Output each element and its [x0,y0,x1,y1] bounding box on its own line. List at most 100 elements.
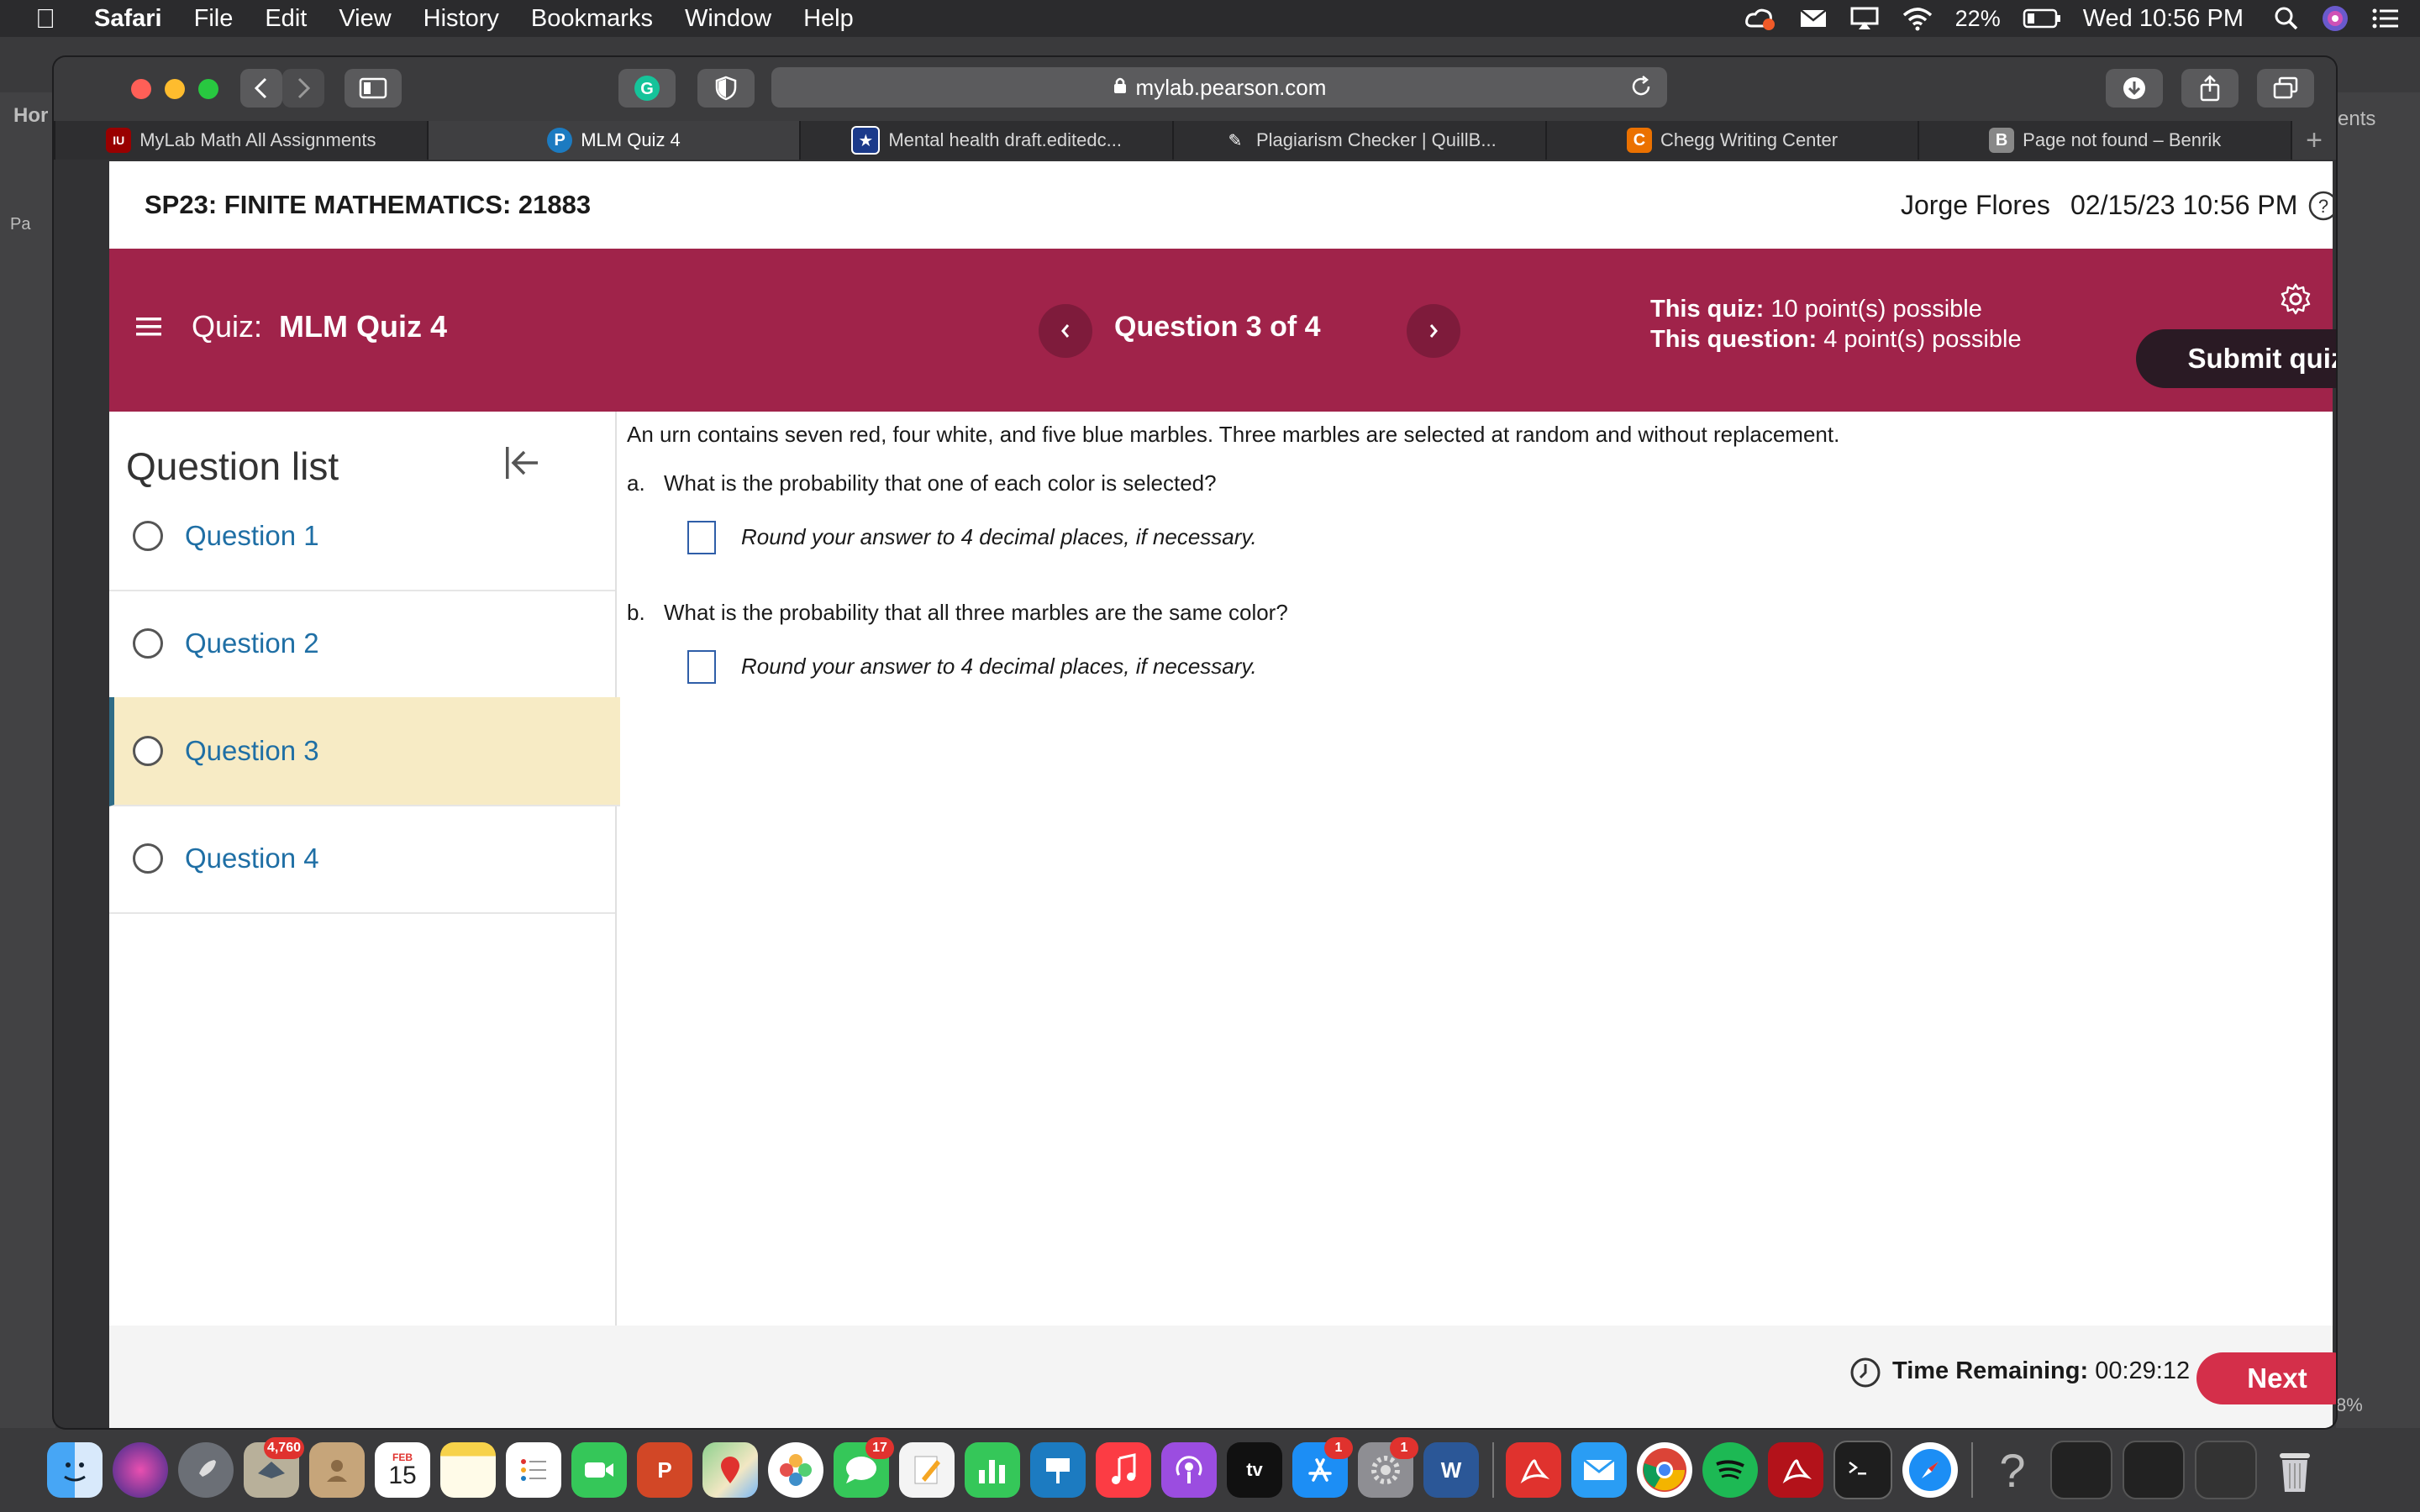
dock-mail[interactable] [1571,1442,1627,1498]
menu-edit[interactable]: Edit [265,5,307,33]
back-button[interactable] [240,69,282,108]
dock-photos[interactable] [768,1442,823,1498]
question-list-item-3[interactable]: Question 3 [109,697,620,806]
sidebar-toggle-button[interactable] [345,69,402,108]
dock-apple-tv[interactable]: tv [1227,1442,1282,1498]
siri-icon[interactable] [2321,4,2349,33]
dock-music[interactable] [1096,1442,1151,1498]
music-note-icon [1112,1453,1136,1484]
answer-input-b[interactable] [687,650,716,684]
dock-launchpad[interactable] [178,1442,234,1498]
share-button[interactable] [2181,69,2238,108]
calendar-day: 15 [388,1462,417,1489]
dock-word[interactable]: W [1423,1442,1479,1498]
submit-quiz-button[interactable]: Submit quiz [2136,329,2336,388]
privacy-report-button[interactable] [697,69,755,108]
acrobat-icon [1782,1459,1812,1484]
collapse-panel-icon[interactable] [501,442,543,488]
creative-cloud-icon[interactable] [1744,6,1777,31]
next-question-button[interactable] [1407,304,1460,358]
dock-mail-stamp[interactable]: 4,760 [244,1437,304,1498]
spotlight-search-icon[interactable] [2274,6,2299,31]
dock-spotify[interactable] [1702,1442,1758,1498]
dock-maps[interactable] [702,1442,758,1498]
menu-bookmarks[interactable]: Bookmarks [531,5,653,33]
tab-plagiarism-checker[interactable]: ✎ Plagiarism Checker | QuillB... [1172,121,1545,160]
previous-question-button[interactable] [1039,304,1092,358]
minimize-window-button[interactable] [165,79,185,99]
dock-app-store[interactable]: 1 [1292,1437,1353,1498]
dock-finder[interactable] [47,1442,103,1498]
dock-acrobat[interactable] [1506,1442,1561,1498]
close-window-button[interactable] [131,79,151,99]
dock-acrobat-reader[interactable] [1768,1442,1823,1498]
dock-terminal[interactable] [1833,1441,1892,1499]
dock-messages[interactable]: 17 [834,1437,894,1498]
video-camera-icon [585,1462,613,1478]
reload-icon[interactable] [1628,74,1654,105]
dock-keynote[interactable] [1030,1442,1086,1498]
tab-mental-health-draft[interactable]: ★ Mental health draft.editedc... [799,121,1173,160]
help-icon[interactable]: ? [2307,190,2336,226]
dock-trash[interactable] [2267,1442,2323,1498]
dock-powerpoint[interactable]: P [637,1442,692,1498]
dock-help[interactable]: ? [1985,1442,2040,1498]
question-list-item-2[interactable]: Question 2 [109,590,615,699]
grammarly-extension-button[interactable]: G [618,69,676,108]
dock-chrome[interactable] [1637,1442,1692,1498]
next-button[interactable]: Next [2196,1352,2336,1404]
menu-file[interactable]: File [194,5,234,33]
dock-calendar[interactable]: FEB 15 [375,1442,430,1498]
menu-help[interactable]: Help [803,5,854,33]
dock-podcasts[interactable] [1161,1442,1217,1498]
part-a-hint: Round your answer to 4 decimal places, i… [741,524,1257,549]
answer-input-a[interactable] [687,521,716,554]
background-label-pa: Pa [10,215,31,234]
mail-status-icon[interactable] [1799,8,1828,29]
dock-textedit[interactable] [899,1442,955,1498]
tab-chegg-writing[interactable]: C Chegg Writing Center [1544,121,1918,160]
tab-page-not-found[interactable]: B Page not found – Benrik [1918,121,2291,160]
battery-percent: 22% [1954,5,2001,31]
new-tab-button[interactable]: + [2291,121,2336,160]
dock-minimized-window-3[interactable] [2195,1441,2257,1499]
dock-reminders[interactable] [506,1442,561,1498]
dock-contacts[interactable] [309,1442,365,1498]
menu-safari[interactable]: Safari [94,5,162,33]
question-list-item-4[interactable]: Question 4 [109,805,615,914]
wifi-icon[interactable] [1902,6,1933,31]
dock-system-preferences[interactable]: 1 [1358,1437,1418,1498]
tab-label: Page not found – Benrik [2023,129,2222,150]
dock-minimized-window-1[interactable] [2050,1441,2112,1499]
forward-button[interactable] [282,69,324,108]
apple-menu-icon[interactable]:  [35,3,64,34]
menu-window[interactable]: Window [685,5,771,33]
dock-facetime[interactable] [571,1442,627,1498]
zoom-window-button[interactable] [198,79,218,99]
dock-minimized-window-2[interactable] [2123,1441,2185,1499]
background-label-home: Hor [13,104,49,127]
svg-text:?: ? [2318,196,2328,217]
dock-safari[interactable] [1902,1442,1958,1498]
dock-siri[interactable] [113,1442,168,1498]
dock-notes[interactable] [440,1442,496,1498]
quiz-bar: Quiz: MLM Quiz 4 Question 3 of 4 This qu… [109,249,2336,412]
notification-center-icon[interactable] [2371,7,2400,30]
hamburger-menu-icon[interactable] [134,314,163,344]
question-list-item-1[interactable]: Question 1 [109,482,615,591]
tab-mylab-assignments[interactable]: IU MyLab Math All Assignments [54,121,427,160]
tabs-icon [2273,76,2298,99]
tab-overview-button[interactable] [2257,69,2314,108]
settings-gear-icon[interactable] [2279,282,2312,320]
dock-numbers[interactable] [965,1442,1020,1498]
podcast-icon [1176,1456,1202,1483]
address-bar[interactable]: mylab.pearson.com [771,67,1667,108]
menu-history[interactable]: History [424,5,499,33]
battery-icon[interactable] [2023,8,2061,29]
menubar-clock[interactable]: Wed 10:56 PM [2083,5,2244,33]
menu-view[interactable]: View [339,5,391,33]
tab-mlm-quiz-4[interactable]: P MLM Quiz 4 [426,121,800,160]
airplay-icon[interactable] [1849,6,1880,31]
downloads-button[interactable] [2106,69,2163,108]
tab-label: Chegg Writing Center [1660,129,1839,150]
